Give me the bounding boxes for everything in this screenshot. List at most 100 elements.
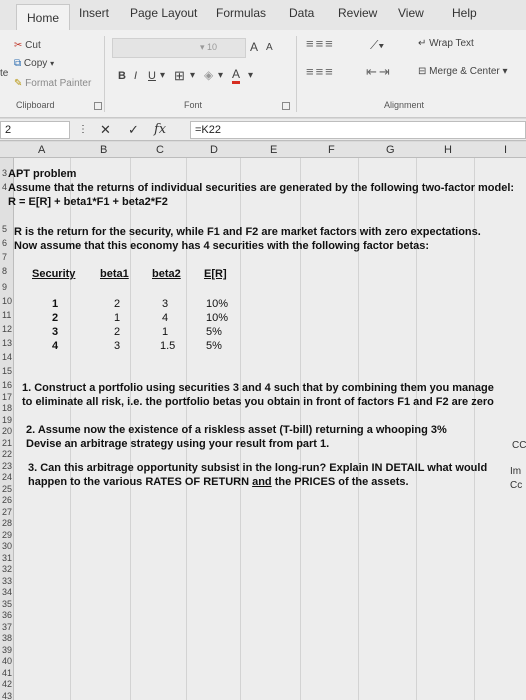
- paste-button[interactable]: te: [0, 68, 8, 79]
- row-number[interactable]: 38: [2, 633, 12, 643]
- row-number[interactable]: 10: [2, 296, 12, 306]
- column-header-f[interactable]: F: [328, 144, 335, 156]
- indent-icon[interactable]: ⇤⇥: [366, 64, 392, 80]
- bold-button[interactable]: B: [118, 70, 126, 82]
- row-number[interactable]: 4: [2, 182, 7, 192]
- name-box[interactable]: 2: [0, 121, 70, 139]
- table-cell[interactable]: 10%: [206, 312, 228, 324]
- column-header-b[interactable]: B: [100, 144, 107, 156]
- table-cell[interactable]: 4: [162, 312, 168, 324]
- row-number[interactable]: 3: [2, 168, 7, 178]
- column-header-i[interactable]: I: [504, 144, 507, 156]
- header-beta1[interactable]: beta1: [100, 268, 129, 280]
- font-color-dropdown-icon[interactable]: ▾: [248, 70, 253, 81]
- row-number[interactable]: 9: [2, 282, 7, 292]
- row-number[interactable]: 20: [2, 426, 12, 436]
- table-cell[interactable]: 2: [52, 312, 58, 324]
- cancel-icon[interactable]: ✕: [100, 122, 111, 138]
- cut-button[interactable]: ✂ Cut: [14, 40, 41, 51]
- font-size-box[interactable]: ▾ 10: [200, 42, 217, 53]
- title-cell[interactable]: APT problem: [8, 168, 76, 180]
- row-number[interactable]: 13: [2, 338, 12, 348]
- row-number[interactable]: 34: [2, 587, 12, 597]
- copy-button[interactable]: ⧉ Copy ▾: [14, 58, 54, 69]
- tab-insert[interactable]: Insert: [79, 6, 109, 20]
- merge-center-button[interactable]: ⊟ Merge & Center ▾: [418, 66, 508, 77]
- borders-icon[interactable]: ⊞: [174, 68, 185, 84]
- font-launcher-icon[interactable]: [282, 102, 290, 110]
- tab-data[interactable]: Data: [289, 6, 314, 20]
- row-number[interactable]: 21: [2, 438, 12, 448]
- tab-formulas[interactable]: Formulas: [216, 6, 266, 20]
- table-cell[interactable]: 1: [52, 298, 58, 310]
- question-3-line-2[interactable]: happen to the various RATES OF RETURN an…: [28, 476, 409, 488]
- row-number[interactable]: 25: [2, 484, 12, 494]
- table-cell[interactable]: 1: [114, 312, 120, 324]
- table-cell[interactable]: 1.5: [160, 340, 175, 352]
- row-number[interactable]: 6: [2, 238, 7, 248]
- now-assume-cell[interactable]: Now assume that this economy has 4 secur…: [14, 240, 429, 252]
- row-number[interactable]: 23: [2, 461, 12, 471]
- grow-font-button[interactable]: A: [250, 40, 258, 54]
- column-header-h[interactable]: H: [444, 144, 452, 156]
- header-beta2[interactable]: beta2: [152, 268, 181, 280]
- table-cell[interactable]: 1: [162, 326, 168, 338]
- tab-review[interactable]: Review: [338, 6, 377, 20]
- table-cell[interactable]: 4: [52, 340, 58, 352]
- row-number[interactable]: 15: [2, 366, 12, 376]
- column-header-e[interactable]: E: [270, 144, 277, 156]
- header-security[interactable]: Security: [32, 268, 75, 280]
- side-cell[interactable]: CC: [512, 440, 526, 451]
- format-painter-button[interactable]: ✎ Format Painter: [14, 78, 91, 89]
- orientation-icon[interactable]: ⟋▾: [370, 38, 384, 53]
- row-number[interactable]: 36: [2, 610, 12, 620]
- row-number[interactable]: 5: [2, 224, 7, 234]
- formula-input[interactable]: =K22: [190, 121, 526, 139]
- row-number[interactable]: 35: [2, 599, 12, 609]
- assume-cell[interactable]: Assume that the returns of individual se…: [8, 182, 514, 194]
- row-number[interactable]: 19: [2, 415, 12, 425]
- table-cell[interactable]: 5%: [206, 340, 222, 352]
- row-number[interactable]: 30: [2, 541, 12, 551]
- clipboard-launcher-icon[interactable]: [94, 102, 102, 110]
- side-cell[interactable]: Im: [510, 466, 521, 477]
- column-header-c[interactable]: C: [156, 144, 164, 156]
- row-number[interactable]: 26: [2, 495, 12, 505]
- fill-color-icon[interactable]: ◈: [204, 68, 213, 82]
- tab-view[interactable]: View: [398, 6, 424, 20]
- row-number[interactable]: 16: [2, 380, 12, 390]
- enter-icon[interactable]: ✓: [128, 122, 139, 138]
- shrink-font-button[interactable]: A: [266, 42, 273, 53]
- model-cell[interactable]: R = E[R] + beta1*F1 + beta2*F2: [8, 196, 168, 208]
- top-align-icon[interactable]: ≡≡≡: [306, 36, 335, 51]
- column-header-d[interactable]: D: [210, 144, 218, 156]
- font-name-box[interactable]: [112, 38, 246, 58]
- row-number[interactable]: 28: [2, 518, 12, 528]
- row-number[interactable]: 12: [2, 324, 12, 334]
- row-number[interactable]: 7: [2, 252, 7, 262]
- horizontal-align-icon[interactable]: ≡≡≡: [306, 64, 335, 79]
- row-number[interactable]: 41: [2, 668, 12, 678]
- row-number[interactable]: 27: [2, 507, 12, 517]
- table-cell[interactable]: 3: [162, 298, 168, 310]
- question-1-line-2[interactable]: to eliminate all risk, i.e. the portfoli…: [22, 396, 494, 408]
- row-number[interactable]: 32: [2, 564, 12, 574]
- column-header-a[interactable]: A: [38, 144, 45, 156]
- tab-help[interactable]: Help: [452, 6, 477, 20]
- row-number[interactable]: 8: [2, 266, 7, 276]
- r-is-cell[interactable]: R is the return for the security, while …: [14, 226, 481, 238]
- question-3-line-1[interactable]: 3. Can this arbitrage opportunity subsis…: [28, 462, 487, 474]
- table-cell[interactable]: 5%: [206, 326, 222, 338]
- table-cell[interactable]: 2: [114, 298, 120, 310]
- wrap-text-button[interactable]: ↵ Wrap Text: [418, 38, 474, 49]
- side-cell[interactable]: Cc: [510, 480, 522, 491]
- header-er[interactable]: E[R]: [204, 268, 227, 280]
- row-number[interactable]: 22: [2, 449, 12, 459]
- row-number[interactable]: 18: [2, 403, 12, 413]
- row-number[interactable]: 11: [2, 310, 11, 320]
- row-number[interactable]: 42: [2, 679, 12, 689]
- fx-icon[interactable]: fx: [154, 122, 166, 137]
- font-color-button[interactable]: A: [232, 67, 241, 84]
- underline-dropdown-icon[interactable]: ▾: [160, 70, 165, 81]
- row-number[interactable]: 24: [2, 472, 12, 482]
